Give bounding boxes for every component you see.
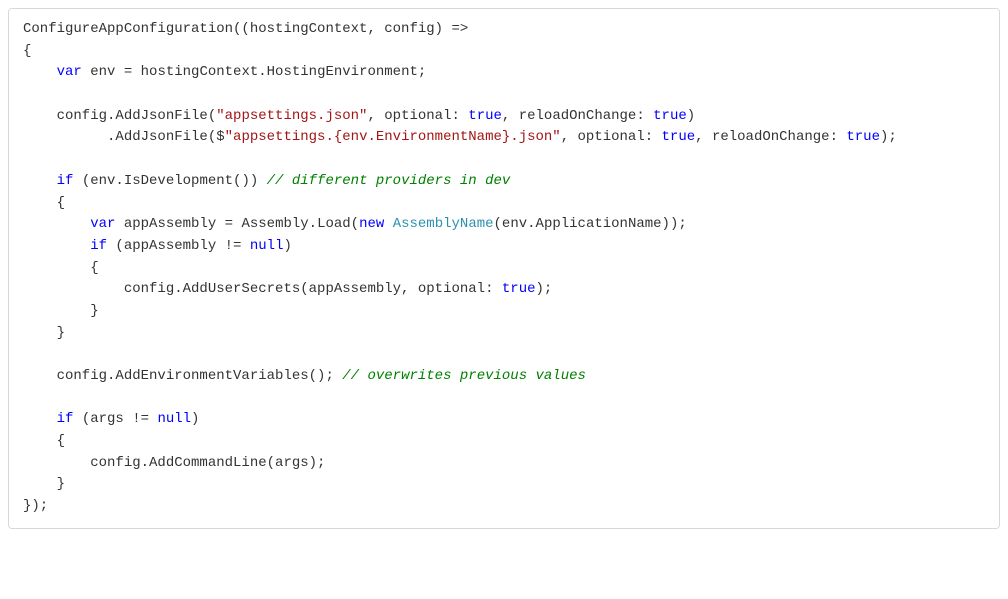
code-text: config.AddEnvironmentVariables(); xyxy=(23,368,342,384)
code-text: (env.ApplicationName)); xyxy=(494,216,687,232)
code-line: { xyxy=(23,43,31,59)
keyword-true: true xyxy=(502,281,536,297)
code-text: ) xyxy=(283,238,291,254)
keyword-if: if xyxy=(57,411,74,427)
code-line: ConfigureAppConfiguration((hostingContex… xyxy=(23,21,468,37)
keyword-null: null xyxy=(250,238,284,254)
code-text: .AddJsonFile($ xyxy=(23,129,225,145)
code-line: } xyxy=(23,476,65,492)
keyword-var: var xyxy=(57,64,82,80)
code-text xyxy=(384,216,392,232)
keyword-true: true xyxy=(846,129,880,145)
code-text: ) xyxy=(687,108,695,124)
keyword-null: null xyxy=(157,411,191,427)
code-text: env = hostingContext.HostingEnvironment; xyxy=(82,64,426,80)
code-line: } xyxy=(23,303,99,319)
code-text: config.AddUserSecrets(appAssembly, optio… xyxy=(23,281,502,297)
keyword-new: new xyxy=(359,216,384,232)
keyword-true: true xyxy=(662,129,696,145)
code-text: (args != xyxy=(73,411,157,427)
code-text: ); xyxy=(536,281,553,297)
comment: // overwrites previous values xyxy=(342,368,586,384)
code-line: { xyxy=(23,433,65,449)
code-text: appAssembly = Assembly.Load( xyxy=(115,216,359,232)
code-line: { xyxy=(23,195,65,211)
keyword-if: if xyxy=(57,173,74,189)
type-name: AssemblyName xyxy=(393,216,494,232)
code-text: , reloadOnChange: xyxy=(502,108,653,124)
code-text: , optional: xyxy=(367,108,468,124)
code-text: ); xyxy=(880,129,897,145)
keyword-true: true xyxy=(468,108,502,124)
code-text: (appAssembly != xyxy=(107,238,250,254)
code-text: , reloadOnChange: xyxy=(695,129,846,145)
code-content: ConfigureAppConfiguration((hostingContex… xyxy=(23,19,1000,518)
keyword-if: if xyxy=(90,238,107,254)
code-line: { xyxy=(23,260,99,276)
code-line: }); xyxy=(23,498,48,514)
code-text: (env.IsDevelopment()) xyxy=(73,173,266,189)
string-literal: "appsettings.{env.EnvironmentName}.json" xyxy=(225,129,561,145)
code-text: ) xyxy=(191,411,199,427)
code-text: config.AddJsonFile( xyxy=(23,108,216,124)
keyword-var: var xyxy=(90,216,115,232)
code-line: config.AddCommandLine(args); xyxy=(23,455,325,471)
code-block[interactable]: ConfigureAppConfiguration((hostingContex… xyxy=(8,8,1000,529)
code-line: } xyxy=(23,325,65,341)
keyword-true: true xyxy=(653,108,687,124)
comment: // different providers in dev xyxy=(267,173,511,189)
string-literal: "appsettings.json" xyxy=(216,108,367,124)
code-text: , optional: xyxy=(561,129,662,145)
